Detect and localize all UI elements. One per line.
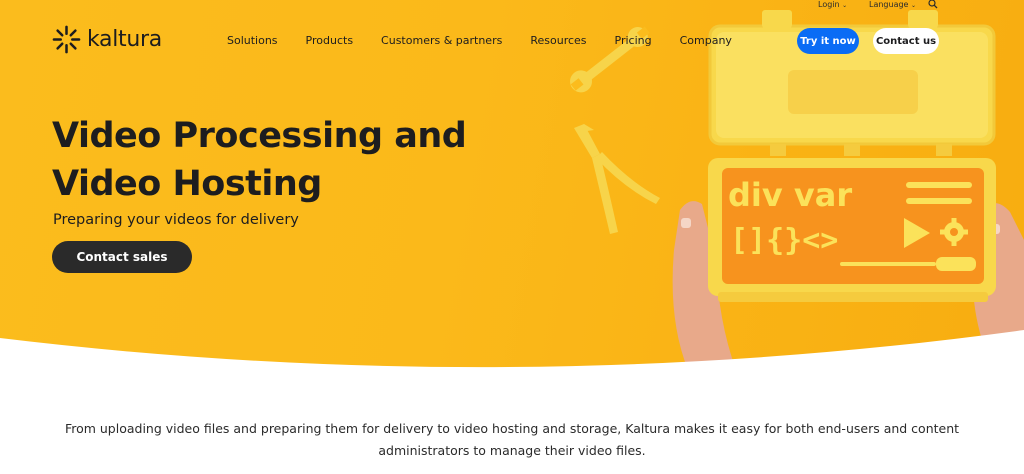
nav-item-customers-partners[interactable]: Customers & partners xyxy=(381,34,502,47)
hero-subtitle: Preparing your videos for delivery xyxy=(53,212,299,228)
contact-us-button[interactable]: Contact us xyxy=(873,28,939,54)
try-it-now-button[interactable]: Try it now xyxy=(797,28,859,54)
main-nav: Solutions Products Customers & partners … xyxy=(227,34,760,47)
wrench-icon xyxy=(570,26,650,93)
utility-language[interactable]: Language ⌄ xyxy=(869,0,916,9)
brand-name: kaltura xyxy=(87,27,162,52)
login-link[interactable]: Login xyxy=(818,0,840,9)
nav-item-solutions[interactable]: Solutions xyxy=(227,34,278,47)
hero-bottom-curve xyxy=(0,330,1024,370)
intro-paragraph: From uploading video files and preparing… xyxy=(64,421,960,458)
box-symbols-text: []{}<> xyxy=(730,223,838,258)
page-title-line-2: Video Hosting xyxy=(52,164,322,204)
search-icon[interactable] xyxy=(927,0,939,10)
page-title-line-1: Video Processing and xyxy=(52,116,467,156)
kaltura-logo[interactable]: kaltura xyxy=(52,25,162,54)
chevron-down-icon: ⌄ xyxy=(911,2,917,9)
box-code-text: div var xyxy=(728,176,852,214)
language-link[interactable]: Language xyxy=(869,0,908,9)
kaltura-logo-icon xyxy=(52,25,81,54)
nav-item-company[interactable]: Company xyxy=(680,34,732,47)
nav-item-resources[interactable]: Resources xyxy=(530,34,586,47)
utility-login[interactable]: Login ⌄ xyxy=(818,0,847,9)
contact-sales-button[interactable]: Contact sales xyxy=(52,241,192,273)
nav-item-pricing[interactable]: Pricing xyxy=(615,34,652,47)
chevron-down-icon: ⌄ xyxy=(842,2,848,9)
pliers-icon xyxy=(574,124,660,234)
nav-item-products[interactable]: Products xyxy=(306,34,354,47)
page-title: Video Processing and Video Hosting xyxy=(52,112,467,208)
